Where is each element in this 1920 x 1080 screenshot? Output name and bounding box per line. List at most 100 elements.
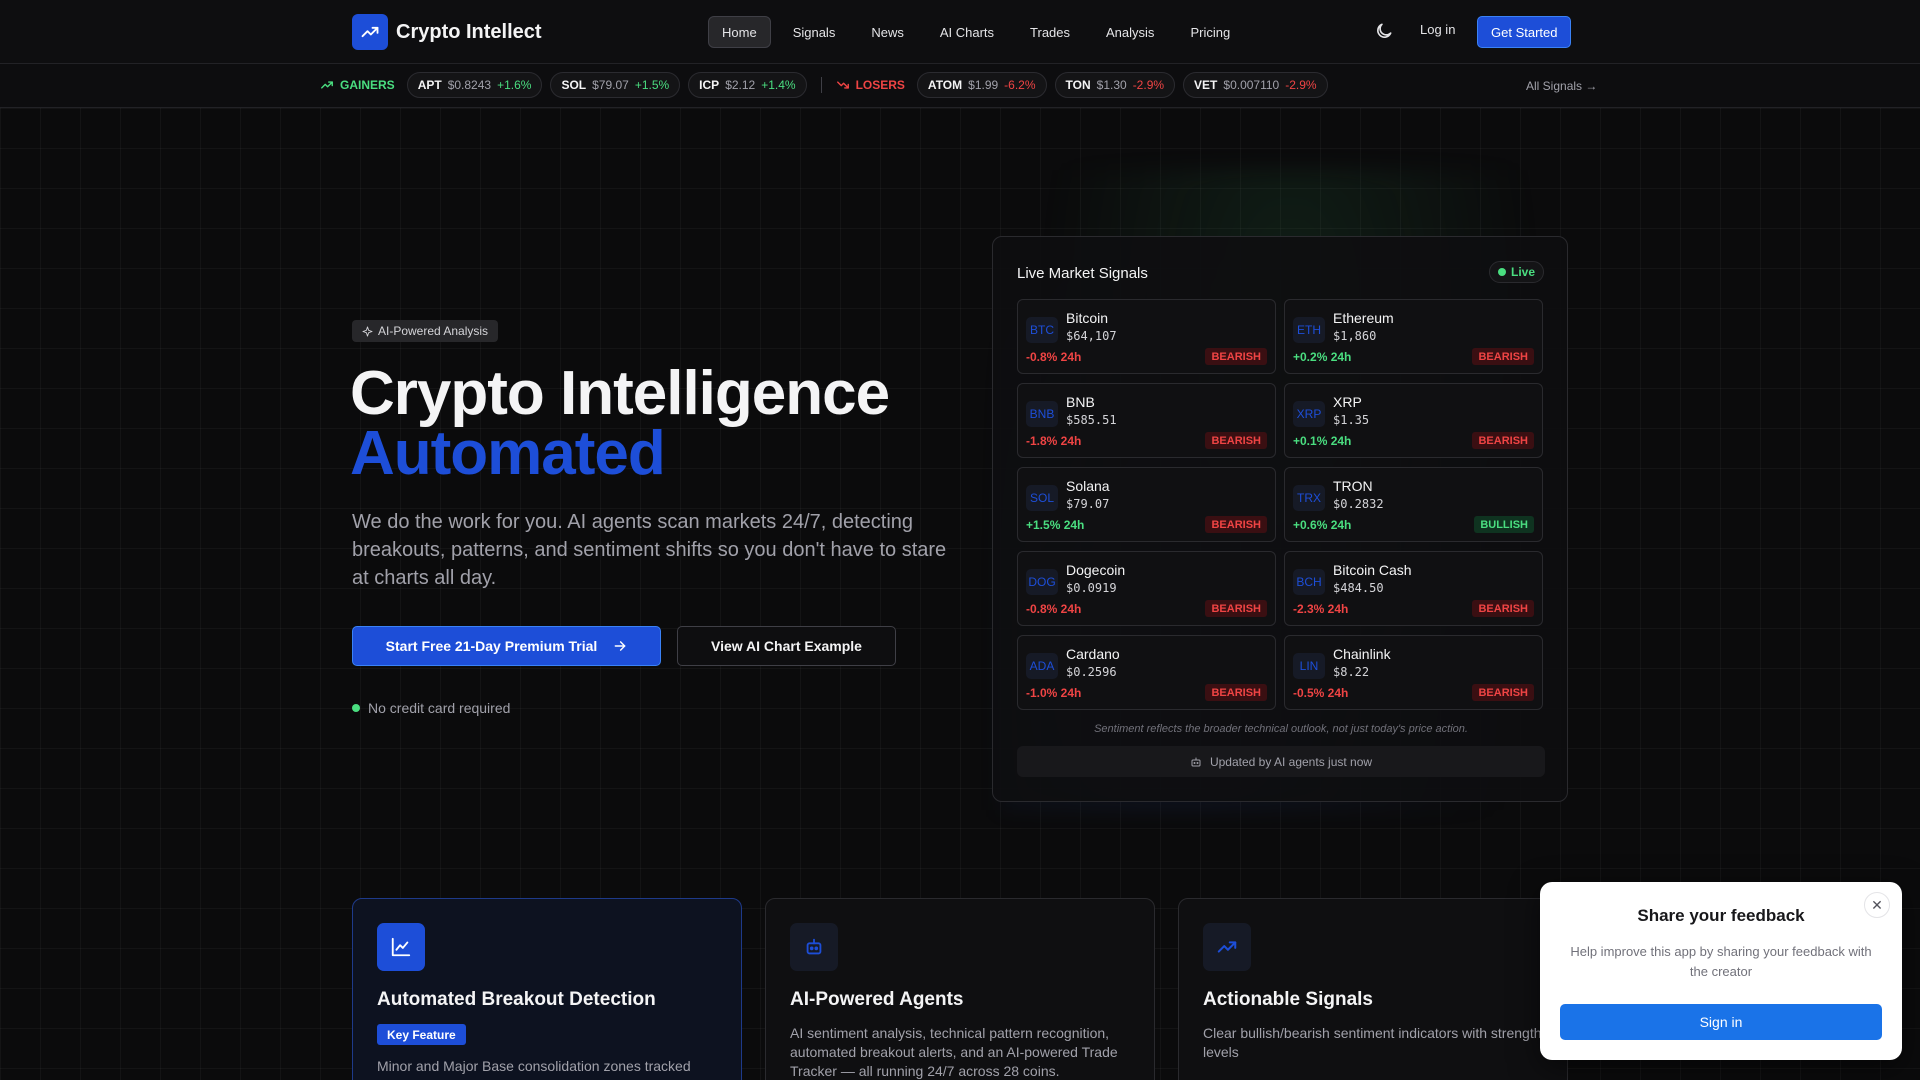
coin-name: Chainlink [1333, 646, 1391, 662]
nav-analysis[interactable]: Analysis [1092, 16, 1168, 48]
hero-title: Crypto Intelligence [350, 359, 890, 428]
arrow-right-icon [614, 641, 626, 651]
sentiment-note: Sentiment reflects the broader technical… [1094, 723, 1468, 735]
nav-signals[interactable]: Signals [779, 16, 850, 48]
sentiment-badge: BULLISH [1474, 516, 1534, 533]
sparkle-icon [362, 325, 373, 337]
coin-card[interactable]: XRP XRP $1.35 +0.1% 24h BEARISH [1284, 383, 1543, 458]
feature-description: AI sentiment analysis, technical pattern… [790, 1025, 1118, 1079]
coin-price: $0.2596 [1066, 665, 1117, 679]
coin-change: -1.0% 24h [1026, 686, 1082, 700]
coin-change: -2.3% 24h [1293, 602, 1349, 616]
coin-symbol: ADA [1026, 653, 1058, 679]
ticker-chip-gainer[interactable]: APT $0.8243 +1.6% [406, 72, 543, 98]
ticker-bar: GAINERS APT $0.8243 +1.6% SOL $79.07 +1.… [0, 64, 1920, 108]
robot-icon [1191, 757, 1201, 766]
gainers-label: GAINERS [320, 78, 395, 92]
nav-news[interactable]: News [857, 16, 918, 48]
brand-name: Crypto Intellect [396, 20, 542, 43]
feedback-description: Help improve this app by sharing your fe… [1570, 944, 1872, 979]
nav-ai-charts[interactable]: AI Charts [926, 16, 1008, 48]
coin-price: $1.35 [1333, 413, 1370, 427]
coin-card[interactable]: ADA Cardano $0.2596 -1.0% 24h BEARISH [1017, 635, 1276, 710]
sentiment-badge: BEARISH [1205, 600, 1267, 617]
coin-grid: BTC Bitcoin $64,107 -0.8% 24h BEARISH ETH Ethe… [1017, 299, 1545, 710]
get-started-button[interactable]: Get Started [1477, 16, 1572, 48]
logo[interactable]: Crypto Intellect [352, 14, 542, 50]
coin-name: Bitcoin Cash [1333, 562, 1412, 578]
feature-description: Clear bullish/bearish sentiment indicato… [1203, 1025, 1542, 1060]
updated-status: Updated by AI agents just now [1017, 746, 1545, 777]
coin-card[interactable]: LIN Chainlink $8.22 -0.5% 24h BEARISH [1284, 635, 1543, 710]
feature-title: AI-Powered Agents [790, 989, 964, 1010]
nav-home[interactable]: Home [708, 16, 771, 48]
login-link[interactable]: Log in [1420, 22, 1455, 37]
coin-price: $585.51 [1066, 413, 1117, 427]
view-chart-example-button[interactable]: View AI Chart Example [677, 626, 896, 666]
ticker-chip-gainer[interactable]: SOL $79.07 +1.5% [550, 72, 681, 98]
coin-name: Bitcoin [1066, 310, 1109, 326]
coin-symbol: SOL [1026, 485, 1058, 511]
coin-price: $79.07 [1066, 497, 1110, 511]
all-signals-link[interactable]: All Signals → [1526, 79, 1597, 93]
coin-change: -0.8% 24h [1026, 602, 1082, 616]
coin-price: $8.22 [1333, 665, 1370, 679]
moon-icon[interactable] [1374, 21, 1394, 41]
feature-card-signals[interactable]: Actionable Signals Clear bullish/bearish… [1178, 898, 1568, 1080]
coin-price: $0.2832 [1333, 497, 1384, 511]
hero-title-accent: Automated [350, 419, 666, 488]
coin-name: XRP [1333, 394, 1362, 410]
coin-price: $0.0919 [1066, 581, 1117, 595]
ticker-chip-loser[interactable]: ATOM $1.99 -6.2% [916, 72, 1047, 98]
coin-symbol: BCH [1293, 569, 1325, 595]
nav-trades[interactable]: Trades [1016, 16, 1084, 48]
sentiment-badge: BEARISH [1205, 516, 1267, 533]
start-trial-button[interactable]: Start Free 21-Day Premium Trial [352, 626, 661, 666]
sentiment-badge: BEARISH [1472, 684, 1534, 701]
trending-up-icon [1203, 923, 1251, 971]
coin-change: +0.2% 24h [1293, 350, 1352, 364]
coin-card[interactable]: BNB BNB $585.51 -1.8% 24h BEARISH [1017, 383, 1276, 458]
coin-card[interactable]: DOG Dogecoin $0.0919 -0.8% 24h BEARISH [1017, 551, 1276, 626]
trending-up-icon [352, 14, 388, 50]
coin-name: TRON [1333, 478, 1373, 494]
coin-symbol: TRX [1293, 485, 1325, 511]
ticker-chip-gainer[interactable]: ICP $2.12 +1.4% [688, 72, 807, 98]
coin-symbol: BNB [1026, 401, 1058, 427]
coin-change: +1.5% 24h [1026, 518, 1085, 532]
coin-price: $64,107 [1066, 329, 1117, 343]
sentiment-badge: BEARISH [1472, 432, 1534, 449]
coin-card[interactable]: BCH Bitcoin Cash $484.50 -2.3% 24h BEARISH [1284, 551, 1543, 626]
feedback-popup: ✕ Share your feedback Help improve this … [1540, 882, 1902, 1060]
feature-title: Actionable Signals [1203, 989, 1373, 1010]
coin-change: -1.8% 24h [1026, 434, 1082, 448]
sentiment-badge: BEARISH [1205, 432, 1267, 449]
line-chart-icon [377, 923, 425, 971]
feature-card-agents[interactable]: AI-Powered Agents AI sentiment analysis,… [765, 898, 1155, 1080]
sentiment-badge: BEARISH [1205, 348, 1267, 365]
coin-symbol: ETH [1293, 317, 1325, 343]
coin-change: +0.1% 24h [1293, 434, 1352, 448]
coin-symbol: DOG [1026, 569, 1058, 595]
coin-card[interactable]: BTC Bitcoin $64,107 -0.8% 24h BEARISH [1017, 299, 1276, 374]
coin-card[interactable]: ETH Ethereum $1,860 +0.2% 24h BEARISH [1284, 299, 1543, 374]
coin-change: -0.8% 24h [1026, 350, 1082, 364]
nav-pricing[interactable]: Pricing [1176, 16, 1244, 48]
losers-label: LOSERS [836, 78, 905, 92]
coin-symbol: BTC [1026, 317, 1058, 343]
ticker-chip-loser[interactable]: TON $1.30 -2.9% [1054, 72, 1176, 98]
ticker-chip-loser[interactable]: VET $0.007110 -2.9% [1183, 72, 1328, 98]
coin-name: Solana [1066, 478, 1110, 494]
navbar: Crypto Intellect Home Signals News AI Ch… [0, 0, 1920, 64]
feedback-title: Share your feedback [1637, 906, 1805, 925]
coin-card[interactable]: SOL Solana $79.07 +1.5% 24h BEARISH [1017, 467, 1276, 542]
sign-in-button[interactable]: Sign in [1560, 1004, 1882, 1040]
coin-name: BNB [1066, 394, 1095, 410]
feature-title: Automated Breakout Detection [377, 989, 656, 1010]
sentiment-badge: BEARISH [1205, 684, 1267, 701]
coin-card[interactable]: TRX TRON $0.2832 +0.6% 24h BULLISH [1284, 467, 1543, 542]
feature-description: Minor and Major Base consolidation zones… [377, 1058, 708, 1080]
feature-card-breakout[interactable]: Automated Breakout Detection Key Feature… [352, 898, 742, 1080]
coin-price: $484.50 [1333, 581, 1384, 595]
live-dot [1497, 268, 1506, 276]
